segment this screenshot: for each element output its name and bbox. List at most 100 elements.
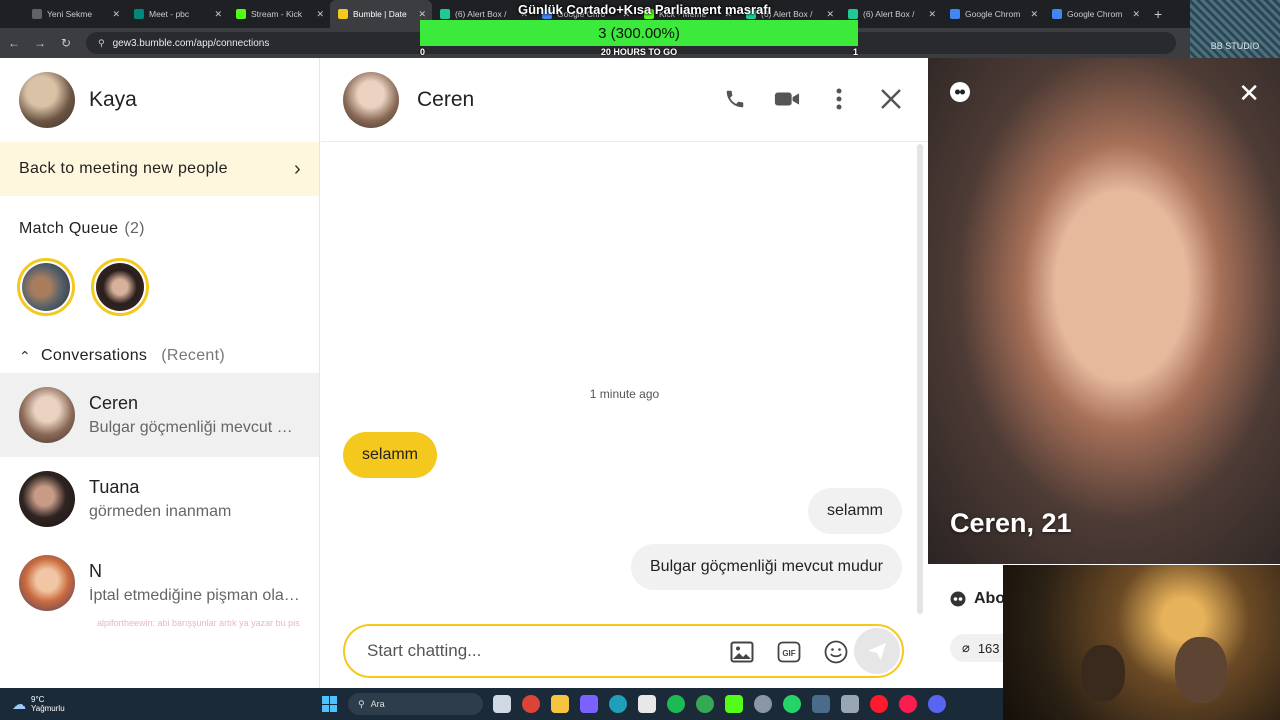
my-profile[interactable]: Kaya <box>0 58 319 142</box>
chevron-up-icon[interactable]: ⌃ <box>19 348 31 365</box>
spotify-icon[interactable] <box>667 695 685 713</box>
match-queue-avatar[interactable] <box>17 258 75 316</box>
copilot-icon[interactable] <box>580 695 598 713</box>
close-profile-icon[interactable]: ✕ <box>1238 80 1260 106</box>
browser-tab[interactable]: Yeni Sekme ✕ <box>24 0 126 28</box>
tab-favicon-icon <box>950 9 960 19</box>
chat-avatar[interactable] <box>343 71 399 128</box>
profile-name-age: Ceren, 21 <box>950 508 1072 538</box>
profile-photo[interactable]: ✕ Ceren, 21 <box>928 58 1280 564</box>
weather-desc: Yağmurlu <box>31 704 65 713</box>
conversations-heading[interactable]: ⌃ Conversations (Recent) <box>0 316 319 365</box>
stream-chat-overlay: alpifortheewin: abi barışşunlar artık ya… <box>97 618 300 628</box>
cloud-rain-icon: ☁ <box>12 695 26 712</box>
chevron-right-icon: › <box>294 157 301 180</box>
kick-icon[interactable] <box>725 695 743 713</box>
edge-icon[interactable] <box>609 695 627 713</box>
tab-favicon-icon <box>848 9 858 19</box>
store-icon[interactable] <box>638 695 656 713</box>
reload-icon[interactable]: ↻ <box>60 36 72 50</box>
tab-favicon-icon <box>134 9 144 19</box>
browser-tab[interactable]: Google Chrom ✕ <box>1044 0 1146 28</box>
file-explorer-icon[interactable] <box>551 695 569 713</box>
tab-favicon-icon <box>440 9 450 19</box>
windows-start-icon[interactable] <box>322 696 338 712</box>
avatar <box>19 387 75 443</box>
discord-icon[interactable] <box>928 695 946 713</box>
windows-taskbar: ☁ 9°C Yağmurlu ⚲ Ara <box>0 688 1003 720</box>
weather-temp: 9°C <box>31 695 45 704</box>
tab-close-icon[interactable]: ✕ <box>826 9 834 20</box>
weather-text: 9°C Yağmurlu <box>31 695 65 713</box>
whatsapp-icon[interactable] <box>783 695 801 713</box>
video-camera-icon[interactable] <box>774 86 800 112</box>
back-to-meeting-button[interactable]: Back to meeting new people › <box>0 142 319 196</box>
new-tab-button[interactable]: + <box>1146 6 1170 22</box>
chrome-active-icon[interactable] <box>696 695 714 713</box>
close-icon[interactable] <box>878 86 904 112</box>
browser-tab[interactable]: Google Chrom ✕ <box>942 0 1044 28</box>
tab-close-icon[interactable]: ✕ <box>1030 9 1038 20</box>
goal-value: 3 (300.00%) <box>598 24 680 42</box>
weather-widget[interactable]: ☁ 9°C Yağmurlu <box>0 695 320 713</box>
phone-icon[interactable] <box>722 86 748 112</box>
verified-badge-icon <box>950 82 970 102</box>
conversation-text: N İptal etmediğine pişman olacaksın <box>89 561 304 605</box>
settings-gear-icon[interactable] <box>754 695 772 713</box>
tab-favicon-icon <box>1052 9 1062 19</box>
gif-icon[interactable]: GIF <box>776 639 801 664</box>
my-name: Kaya <box>89 88 137 111</box>
opera-icon[interactable] <box>870 695 888 713</box>
image-icon[interactable] <box>729 639 754 664</box>
match-queue-photo <box>22 263 70 311</box>
tab-close-icon[interactable]: ✕ <box>214 9 222 20</box>
message-composer: GIF <box>343 624 904 678</box>
composer-actions: GIF <box>729 639 848 664</box>
conversation-preview: İptal etmediğine pişman olacaksın <box>89 587 304 604</box>
steam-icon[interactable] <box>812 695 830 713</box>
back-arrow-icon[interactable]: ← <box>8 36 20 50</box>
tab-close-icon[interactable]: ✕ <box>316 9 324 20</box>
message-incoming: selamm <box>343 432 438 478</box>
about-icon <box>950 591 966 607</box>
conversation-text: Tuana görmeden inanmam <box>89 477 304 521</box>
chat-pane: Ceren 1 minute ago selamm selamm Bulgar … <box>321 58 928 688</box>
message-input[interactable] <box>367 641 687 661</box>
taskbar-search[interactable]: ⚲ Ara <box>348 693 483 715</box>
stream-overlay-title: Günlük Cortado+Kısa Parliament masrafı <box>518 2 772 17</box>
conversation-item-ceren[interactable]: Ceren Bulgar göçmenliği mevcut mudur <box>0 373 319 457</box>
more-options-icon[interactable] <box>826 86 852 112</box>
chat-scrollbar[interactable] <box>917 144 923 614</box>
conversation-list: Ceren Bulgar göçmenliği mevcut mudur Tua… <box>0 373 319 625</box>
match-queue-avatar[interactable] <box>91 258 149 316</box>
chrome-icon[interactable] <box>522 695 540 713</box>
system-settings-icon[interactable] <box>841 695 859 713</box>
site-info-icon[interactable]: ⚲ <box>98 38 105 49</box>
conversation-name: Tuana <box>89 477 140 497</box>
browser-tab[interactable]: Meet - pbc ✕ <box>126 0 228 28</box>
search-icon: ⚲ <box>358 698 365 709</box>
webcam-person <box>1175 637 1227 703</box>
tab-close-icon[interactable]: ✕ <box>112 9 120 20</box>
opera-gx-icon[interactable] <box>899 695 917 713</box>
send-button[interactable] <box>854 628 900 674</box>
tab-favicon-icon <box>32 9 42 19</box>
avatar <box>19 555 75 611</box>
message-outgoing: Bulgar göçmenliği mevcut mudur <box>631 544 902 590</box>
back-to-meeting-label: Back to meeting new people <box>19 160 228 177</box>
taskbar-search-label: Ara <box>370 699 385 709</box>
match-queue-count: (2) <box>124 220 145 237</box>
browser-tab-active[interactable]: Bumble | Date ✕ <box>330 0 432 28</box>
match-queue-photo <box>96 263 144 311</box>
conversation-item-tuana[interactable]: Tuana görmeden inanmam <box>0 457 319 541</box>
message-outgoing: selamm <box>807 488 902 534</box>
conversation-item-n[interactable]: N İptal etmediğine pişman olacaksın <box>0 541 319 625</box>
task-view-icon[interactable] <box>493 695 511 713</box>
emoji-icon[interactable] <box>823 639 848 664</box>
tab-close-icon[interactable]: ✕ <box>1132 9 1140 20</box>
tab-close-icon[interactable]: ✕ <box>418 9 426 20</box>
forward-arrow-icon[interactable]: → <box>34 36 46 50</box>
tab-close-icon[interactable]: ✕ <box>928 9 936 20</box>
conversation-name: N <box>89 561 102 581</box>
browser-tab[interactable]: Stream - Kick ✕ <box>228 0 330 28</box>
